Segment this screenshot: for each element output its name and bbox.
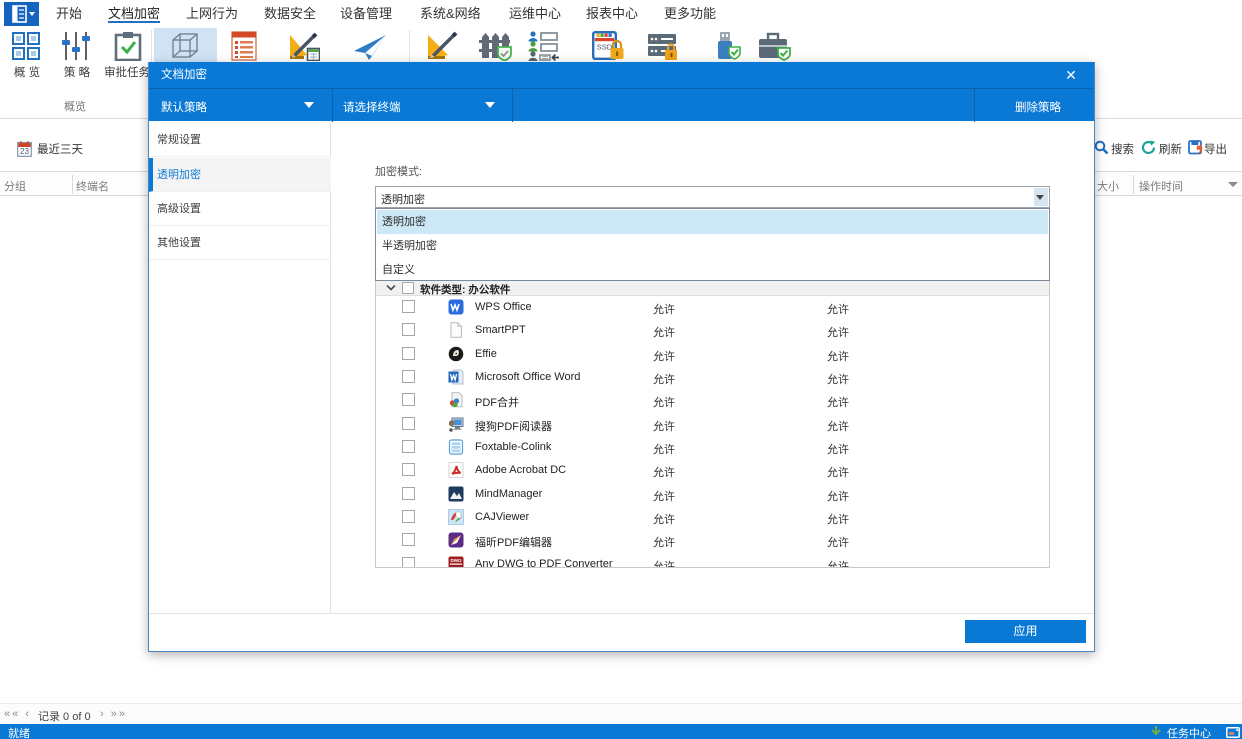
svg-text:PDF: PDF bbox=[452, 566, 461, 568]
svg-text:23: 23 bbox=[20, 147, 29, 156]
svg-text:DWG: DWG bbox=[451, 558, 462, 563]
svg-text:SSD: SSD bbox=[597, 43, 613, 52]
